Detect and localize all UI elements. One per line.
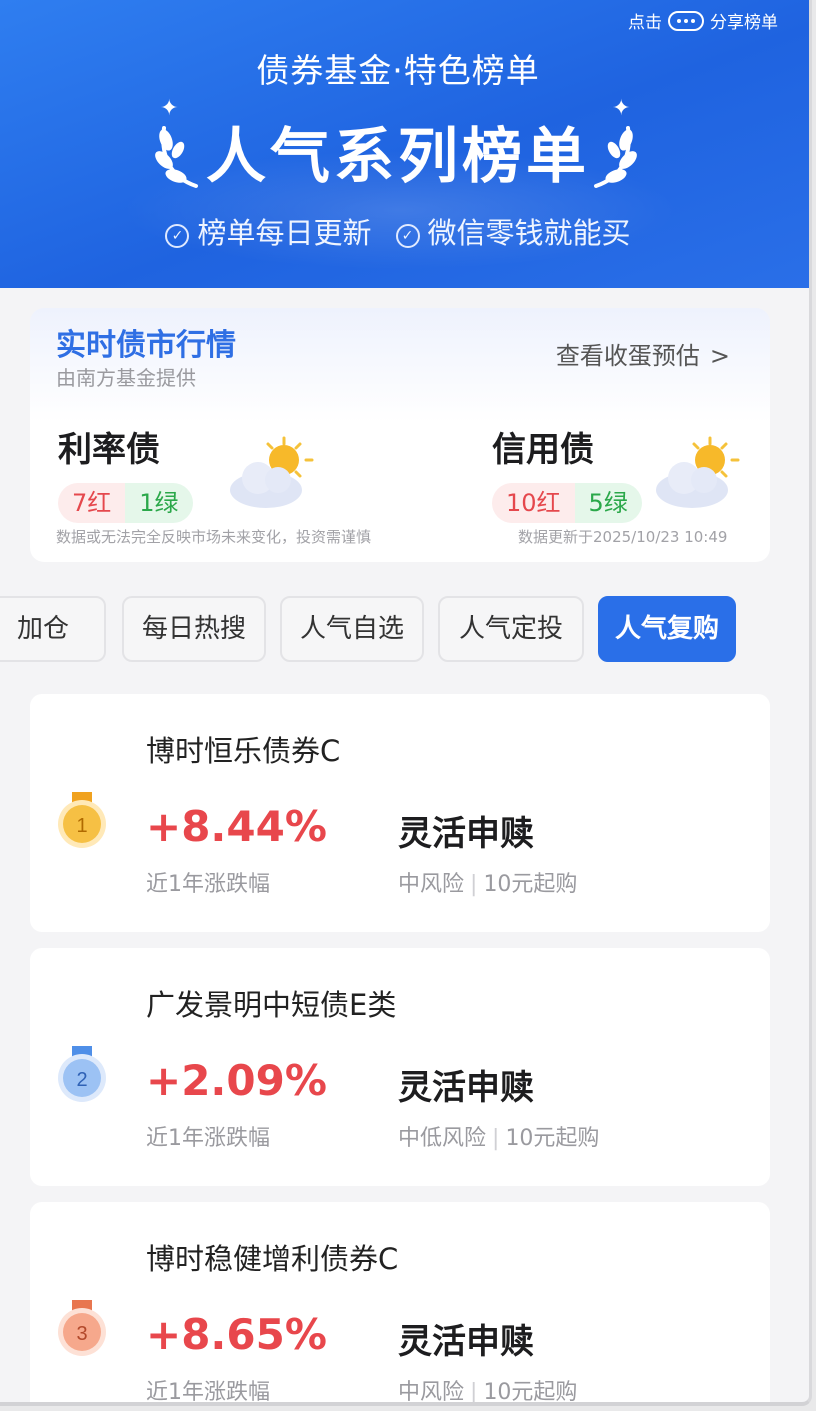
bond-credit: 信用债 10红 5绿 xyxy=(492,422,642,523)
hero-banner: 点击 分享榜单 债券基金·特色榜单 人气系列榜单 ✦ ✦ ✓ 榜单每日更新 ✓ … xyxy=(0,0,809,288)
fund-redeem-type: 灵活申赎 xyxy=(398,1068,534,1108)
sunny-cloudy-icon xyxy=(230,436,314,508)
green-count: 1绿 xyxy=(125,483,193,523)
tab-daily-hot[interactable]: 每日热搜 xyxy=(122,596,266,662)
app-screen: 点击 分享榜单 债券基金·特色榜单 人气系列榜单 ✦ ✦ ✓ 榜单每日更新 ✓ … xyxy=(0,0,812,1406)
ranking-tabs: 加仓 每日热搜 人气自选 人气定投 人气复购 xyxy=(0,596,809,664)
fund-return-label: 近1年涨跌幅 xyxy=(146,1380,270,1405)
rank-medal-icon: 3 xyxy=(58,1300,106,1356)
check-circle-icon: ✓ xyxy=(395,224,420,248)
fund-meta: 中低风险 | 10元起购 xyxy=(398,1120,599,1152)
divider: | xyxy=(470,1380,478,1405)
sunny-cloudy-icon xyxy=(656,436,740,508)
bond-count-pills: 10红 5绿 xyxy=(492,483,642,523)
fund-return-label: 近1年涨跌幅 xyxy=(146,1126,270,1151)
fund-redeem-type: 灵活申赎 xyxy=(398,1322,534,1362)
divider: | xyxy=(470,872,478,897)
sparkle-icon: ✦ xyxy=(612,96,631,121)
fund-return-label: 近1年涨跌幅 xyxy=(146,872,270,897)
fund-name: 广发景明中短债E类 xyxy=(146,988,397,1022)
fund-return: +8.65% xyxy=(146,1310,327,1359)
check-circle-icon: ✓ xyxy=(165,224,190,248)
sparkle-icon: ✦ xyxy=(160,96,179,121)
laurel-right-icon xyxy=(594,126,637,188)
fund-risk: 中低风险 xyxy=(398,1126,487,1151)
fund-name: 博时稳健增利债券C xyxy=(146,1242,399,1276)
view-estimate-label: 查看收蛋预估 xyxy=(555,342,700,370)
fund-meta: 中风险 | 10元起购 xyxy=(398,866,577,898)
hero-tag: ✓ 榜单每日更新 xyxy=(165,210,372,252)
fund-card[interactable]: 广发景明中短债E类 2 +2.09% 近1年涨跌幅 灵活申赎 中低风险 | 10元起… xyxy=(30,948,770,1186)
share-button[interactable]: 点击 分享榜单 xyxy=(628,8,778,33)
view-estimate-link[interactable]: 查看收蛋预估 > xyxy=(556,336,730,371)
rank-medal-icon: 1 xyxy=(58,792,106,848)
green-count: 5绿 xyxy=(574,483,642,523)
fund-min-buy: 10元起购 xyxy=(483,872,578,897)
hero-tag-label: 微信零钱就能买 xyxy=(427,216,631,250)
hero-subtitle: 债券基金·特色榜单 xyxy=(256,51,540,90)
tab-add-position[interactable]: 加仓 xyxy=(0,596,106,662)
hero-title: 人气系列榜单 xyxy=(206,122,590,192)
market-source: 由南方基金提供 xyxy=(56,366,196,390)
bond-count-pills: 7红 1绿 xyxy=(58,483,193,523)
hero-tag-label: 榜单每日更新 xyxy=(197,216,372,250)
market-title: 实时债市行情 xyxy=(56,328,236,363)
market-disclaimer: 数据或无法完全反映市场未来变化，投资需谨慎 xyxy=(56,528,372,546)
fund-min-buy: 10元起购 xyxy=(505,1126,600,1151)
tab-popular-watchlist[interactable]: 人气自选 xyxy=(280,596,424,662)
hero-tag: ✓ 微信零钱就能买 xyxy=(395,210,631,252)
bond-name: 利率债 xyxy=(58,430,160,470)
share-label: 分享榜单 xyxy=(710,13,778,33)
red-count: 10红 xyxy=(492,483,575,523)
fund-risk: 中风险 xyxy=(398,872,465,897)
fund-meta: 中风险 | 10元起购 xyxy=(398,1374,578,1405)
hero-tags: ✓ 榜单每日更新 ✓ 微信零钱就能买 xyxy=(0,210,796,252)
rank-medal-icon: 2 xyxy=(58,1046,106,1102)
rank-number: 1 xyxy=(76,815,87,837)
fund-name: 博时恒乐债券C xyxy=(146,734,341,768)
share-prefix: 点击 xyxy=(628,13,662,33)
chevron-right-icon: > xyxy=(709,342,730,370)
bond-rate: 利率债 7红 1绿 xyxy=(58,422,193,523)
fund-risk: 中风险 xyxy=(398,1380,465,1405)
fund-card[interactable]: 博时恒乐债券C 1 +8.44% 近1年涨跌幅 灵活申赎 中风险 | 10元起购 xyxy=(30,694,770,932)
bond-market-card: 实时债市行情 由南方基金提供 查看收蛋预估 > 利率债 7红 1绿 信用债 10… xyxy=(30,308,770,562)
tab-popular-repurchase[interactable]: 人气复购 xyxy=(598,596,736,662)
red-count: 7红 xyxy=(58,483,126,523)
fund-redeem-type: 灵活申赎 xyxy=(398,814,534,854)
rank-number: 3 xyxy=(76,1323,87,1345)
fund-return: +8.44% xyxy=(146,802,327,851)
fund-min-buy: 10元起购 xyxy=(483,1380,578,1405)
market-updated: 数据更新于2025/10/23 10:49 xyxy=(518,528,728,546)
more-dots-icon xyxy=(668,10,704,31)
fund-card[interactable]: 博时稳健增利债券C 3 +8.65% 近1年涨跌幅 灵活申赎 中风险 | 10元起购 xyxy=(30,1202,770,1405)
bond-name: 信用债 xyxy=(492,430,594,470)
rank-number: 2 xyxy=(76,1069,87,1091)
divider: | xyxy=(492,1126,500,1151)
fund-return: +2.09% xyxy=(146,1056,327,1105)
tab-popular-auto-invest[interactable]: 人气定投 xyxy=(438,596,584,662)
